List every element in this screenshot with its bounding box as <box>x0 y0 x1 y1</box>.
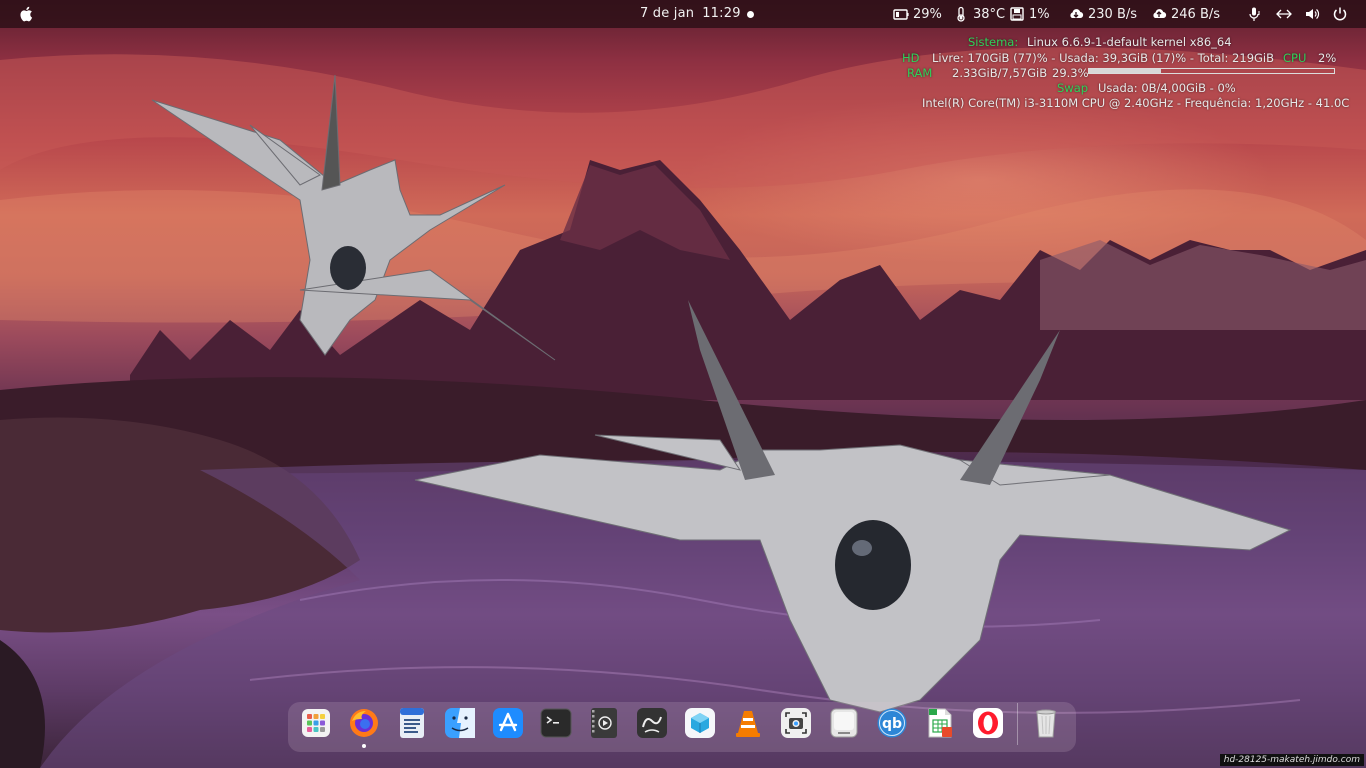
temperature-indicator[interactable]: 38°C <box>953 6 1005 22</box>
temperature-label: 38°C <box>973 6 1006 22</box>
grid-icon <box>302 709 330 737</box>
swap-label: Swap <box>1057 81 1089 95</box>
download-indicator[interactable]: 230 B/s <box>1068 6 1137 22</box>
terminal-icon <box>540 708 572 738</box>
thermometer-icon <box>957 6 965 22</box>
trash-icon <box>1036 709 1056 738</box>
drive-icon <box>830 708 858 738</box>
app-store-button[interactable] <box>491 706 525 740</box>
date-label: 7 de jan <box>640 6 695 21</box>
battery-indicator[interactable]: 29% <box>893 6 942 22</box>
apple-icon[interactable] <box>18 5 36 23</box>
download-label: 230 B/s <box>1088 6 1138 22</box>
vlc-button[interactable] <box>731 706 765 740</box>
qbittorrent-button[interactable]: qb <box>875 706 909 740</box>
opera-icon <box>973 708 1003 738</box>
cpu-label: CPU <box>1283 51 1307 65</box>
obs-button[interactable] <box>635 706 669 740</box>
ram-value: 2.33GiB/7,57GiB <box>952 66 1048 80</box>
camera-icon <box>781 708 811 738</box>
ram-percent: 29.3% <box>1052 66 1089 80</box>
cube-app-button[interactable] <box>683 706 717 740</box>
swap-value: Usada: 0B/4,00GiB - 0% <box>1098 81 1236 95</box>
app-grid-button[interactable] <box>299 706 333 740</box>
finder-button[interactable] <box>443 706 477 740</box>
spreadsheet-button[interactable] <box>923 706 957 740</box>
system-value: Linux 6.6.9-1-default kernel x86_64 <box>1027 35 1232 49</box>
ram-usage-fill <box>1089 69 1161 73</box>
network-icon[interactable] <box>1276 6 1292 22</box>
microphone-icon[interactable] <box>1246 6 1262 22</box>
obs-icon <box>637 708 667 738</box>
cloud-upload-icon <box>1153 9 1167 19</box>
disk-icon <box>1010 7 1024 21</box>
video-icon <box>591 708 617 738</box>
terminal-button[interactable] <box>539 706 573 740</box>
system-label: Sistema: <box>968 35 1019 49</box>
battery-icon <box>893 9 909 20</box>
qbittorrent-icon: qb <box>877 708 907 738</box>
app-store-icon <box>493 708 523 738</box>
opera-button[interactable] <box>971 706 1005 740</box>
battery-label: 29% <box>913 6 942 22</box>
document-icon <box>400 708 424 738</box>
trash-button[interactable] <box>1029 706 1063 740</box>
screenshot-button[interactable] <box>779 706 813 740</box>
disk-indicator[interactable]: 1% <box>1009 6 1050 22</box>
files-button[interactable] <box>827 706 861 740</box>
ram-label: RAM <box>907 66 933 80</box>
svg-text:qb: qb <box>882 716 902 732</box>
top-panel: 7 de jan 11:29 29% 38°C 1% 230 B/s 246 B/… <box>0 0 1366 28</box>
power-icon[interactable] <box>1332 6 1348 22</box>
vlc-icon <box>736 711 760 737</box>
firefox-icon <box>350 709 378 737</box>
upload-label: 246 B/s <box>1171 6 1221 22</box>
cube-icon <box>685 708 715 738</box>
notification-dot-icon <box>747 11 754 18</box>
cpu-value: 2% <box>1318 51 1337 65</box>
watermark: hd-28125-makateh.jimdo.com <box>1219 754 1364 766</box>
upload-indicator[interactable]: 246 B/s <box>1151 6 1220 22</box>
cloud-download-icon <box>1070 9 1084 19</box>
running-indicator <box>362 744 366 748</box>
firefox-button[interactable] <box>347 706 381 740</box>
clock[interactable]: 7 de jan 11:29 <box>640 6 741 21</box>
hd-value: Livre: 170GiB (77)% - Usada: 39,3GiB (17… <box>932 51 1275 65</box>
volume-icon[interactable] <box>1304 6 1320 22</box>
spreadsheet-icon <box>928 708 952 738</box>
cpu-info: Intel(R) Core(TM) i3-3110M CPU @ 2.40GHz… <box>922 96 1350 110</box>
video-player-button[interactable] <box>587 706 621 740</box>
time-label: 11:29 <box>702 6 741 21</box>
ram-usage-bar <box>1088 68 1335 74</box>
text-editor-button[interactable] <box>395 706 429 740</box>
hd-label: HD <box>902 51 920 65</box>
dock-separator <box>1017 703 1018 745</box>
disk-label: 1% <box>1029 6 1050 22</box>
finder-icon <box>445 708 475 738</box>
